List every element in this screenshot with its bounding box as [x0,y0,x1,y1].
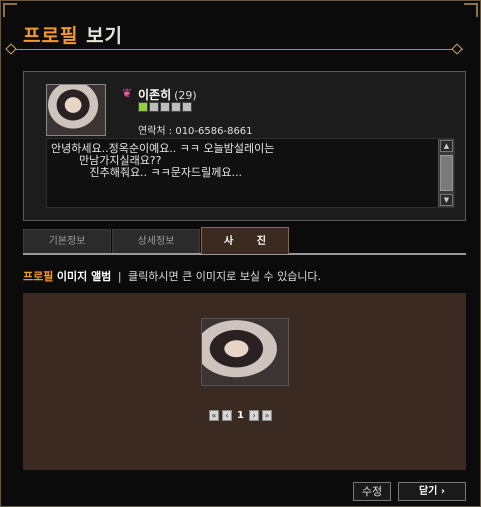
tab-detail-info[interactable]: 상세정보 [112,229,200,253]
profile-tabs: 기본정보 상세정보 사 진 [23,227,466,255]
album-heading-title: 이미지 앨범 [56,270,112,283]
frame-corner-top-left [3,3,17,17]
user-name: 이존히 (29) [138,86,197,103]
photo-album: « ‹ 1 › » [23,293,466,470]
album-hint: 클릭하시면 큰 이미지로 보실 수 있습니다. [128,270,322,283]
title-divider [11,49,463,50]
first-page-icon[interactable]: « [209,410,219,421]
frame-corner-top-right [464,3,478,17]
user-age: (29) [174,89,197,102]
close-button[interactable]: 닫기 › [398,482,466,501]
user-grade-meter [138,102,192,112]
profile-summary: ❦ 이존히 (29) 연락처 : 010-6586-8661 안녕하세요..정옥순… [23,71,466,221]
album-pagination: « ‹ 1 › » [209,410,272,421]
edit-button[interactable]: 수정 [353,482,391,501]
tab-basic-info[interactable]: 기본정보 [23,229,111,253]
window-title-accent: 프로필 [23,25,79,47]
next-page-icon[interactable]: › [248,410,259,421]
avatar[interactable] [46,84,106,136]
status-message-line: 진추해줘요.. ㅋㅋ문자드릴께요... [51,166,243,179]
heart-icon: ❦ [122,86,133,100]
grade-square [138,102,148,112]
prev-page-icon[interactable]: ‹ [222,410,232,421]
status-message-box[interactable]: 안녕하세요..정옥순이예요.. ㅋㅋ 오늘밤설레이는 만남가지실래요?? 진추해… [46,138,455,208]
user-name-text: 이존히 [138,88,172,102]
last-page-icon[interactable]: » [261,410,272,421]
window-title: 프로필 보기 [23,21,123,48]
album-photo-thumbnail[interactable] [201,318,289,386]
scroll-thumb[interactable] [440,155,453,191]
scroll-up-icon[interactable]: ▲ [440,140,453,152]
grade-square [171,102,181,112]
grade-square [160,102,170,112]
window-title-rest: 보기 [86,25,124,47]
diamond-ornament-icon [451,43,463,55]
profile-window: 프로필 보기 ❦ 이존히 (29) 연락처 : 010-6586-8661 안녕하… [0,0,481,507]
message-scrollbar[interactable]: ▲ ▼ [438,139,454,207]
album-heading-accent: 프로필 [23,270,54,283]
contact-info: 연락처 : 010-6586-8661 [138,126,253,137]
current-page-number[interactable]: 1 [237,410,244,421]
status-message: 안녕하세요..정옥순이예요.. ㅋㅋ 오늘밤설레이는 만남가지실래요?? 진추해… [51,143,436,179]
tab-photos[interactable]: 사 진 [201,227,289,254]
album-heading-separator: | [117,270,122,283]
scroll-down-icon[interactable]: ▼ [440,194,453,206]
grade-square [149,102,159,112]
diamond-ornament-icon [5,43,17,55]
grade-square [182,102,192,112]
album-heading: 프로필 이미지 앨범 | 클릭하시면 큰 이미지로 보실 수 있습니다. [23,268,321,284]
